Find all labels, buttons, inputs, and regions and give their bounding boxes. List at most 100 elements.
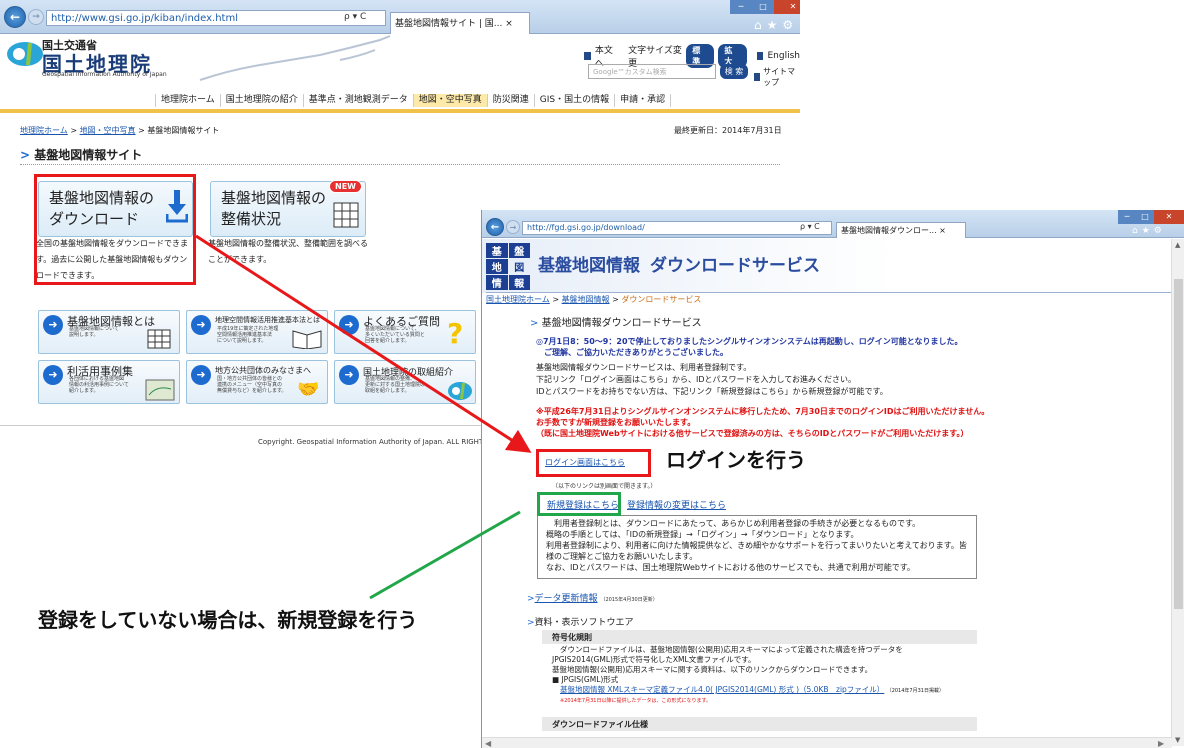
site-search-input[interactable]: Google™カスタム検索: [588, 64, 716, 79]
copyright: Copyright. Geospatial Information Author…: [258, 438, 484, 446]
browser-toolbar: ← → http://fgd.gsi.go.jp/download/ ρ ▾ C…: [482, 210, 1184, 238]
logo-char: 図: [508, 259, 530, 274]
scroll-right-icon[interactable]: ▶: [1158, 739, 1164, 748]
arrow-icon: >: [530, 318, 539, 329]
xml-schema-link[interactable]: 基盤地図情報 XMLスキーマ定義ファイル4.0( JPGIS2014(GML) …: [560, 685, 884, 694]
status-tile-line1: 基盤地図情報の: [221, 189, 327, 207]
grid-icon: [333, 202, 359, 228]
horizontal-scrollbar[interactable]: ◀ ▶: [482, 737, 1172, 748]
browser-tab[interactable]: 基盤地図情報ダウンロー... ×: [836, 222, 966, 238]
migration-notice: ※平成26年7月31日よりシングルサインオンシステムに移行したため、7月30日ま…: [536, 406, 989, 439]
divider: [20, 164, 780, 165]
forward-button[interactable]: →: [506, 220, 520, 234]
handshake-icon: 🤝: [297, 379, 320, 400]
sec-note: ※2014年7月31日以降に提供したデータは、この形式になります。: [560, 698, 711, 704]
scroll-left-icon[interactable]: ◀: [485, 739, 491, 748]
status-tile-desc: 基盤地図情報の整備状況、整備範囲を調べることができます。: [208, 239, 368, 264]
breadcrumb-level2[interactable]: 地図・空中写真: [80, 126, 136, 135]
banner-title: 基盤地図情報: [538, 256, 640, 276]
question-icon: ?: [447, 317, 464, 350]
global-nav: 地理院ホーム 国土地理院の紹介 基準点・測地観測データ 地図・空中写真 防災関連…: [155, 94, 672, 107]
box-line: 様のご理解とご協力をお願いいたします。: [546, 552, 698, 561]
breadcrumb-level2[interactable]: 基盤地図情報: [562, 295, 610, 304]
highlight-register: [537, 492, 621, 516]
maximize-button[interactable]: □: [752, 0, 774, 14]
scroll-up-icon[interactable]: ▲: [1175, 241, 1180, 249]
page-title-text: 基盤地図情報サイト: [34, 148, 143, 162]
new-badge: NEW: [329, 180, 362, 193]
gnav-item[interactable]: 基準点・測地観測データ: [304, 94, 414, 107]
gnav-item[interactable]: 地理院ホーム: [156, 94, 221, 107]
gnav-item[interactable]: 申請・承認: [615, 94, 672, 107]
nav-tile-law[interactable]: ➜ 地理空間情報活用推進基本法とは 平成19年に策定された地理 空間情報活用推進…: [186, 310, 328, 354]
map-icon: [145, 379, 175, 401]
close-button[interactable]: ✕: [774, 0, 800, 14]
login-callout: ログインを行う: [666, 448, 806, 472]
gnav-item[interactable]: GIS・国土の情報: [535, 94, 616, 107]
link-date: （2014年7月31日掲載）: [886, 688, 944, 694]
breadcrumb-sep: >: [612, 295, 619, 304]
vertical-scrollbar[interactable]: ▲ ▼: [1171, 239, 1184, 746]
nav-tile-cases[interactable]: ➜ 利活用事例集 各団体における基盤地図 情報の利活用事例について 紹介します。: [38, 360, 180, 404]
japan-map-decoration: [199, 35, 391, 81]
tab-title: 基盤地図情報サイト | 国...: [395, 19, 503, 29]
gnav-item[interactable]: 防災関連: [488, 94, 535, 107]
site-search-button[interactable]: 検 索: [720, 64, 748, 79]
maintenance-notice: ◎7月1日8：50～9：20で停止しておりましたシングルサインオンシステムは再起…: [536, 336, 963, 358]
scroll-down-icon[interactable]: ▼: [1175, 736, 1180, 744]
back-button[interactable]: ←: [4, 6, 26, 28]
minimize-button[interactable]: ─: [1118, 210, 1136, 224]
notice-line: ご理解、ご協力いただきありがとうございました。: [544, 348, 728, 357]
nav-tile-initiatives[interactable]: ➜ 国土地理院の取組紹介 基盤地図情報の整備、 更新に対する国土地理院の 取組を…: [334, 360, 476, 404]
nav-tile-faq[interactable]: ➜ よくあるご質問 基盤地図情報について、 多くいただいている質問と 回答を紹介…: [334, 310, 476, 354]
box-line: 概略の手順としては、「IDの新規登録」→「ログイン」→「ダウンロード」となります…: [546, 530, 859, 539]
search-refresh-icon[interactable]: ρ ▾ C: [800, 222, 820, 231]
status-tile[interactable]: 基盤地図情報の 整備状況 NEW: [210, 180, 366, 237]
home-star-gear-icons[interactable]: ⌂★⚙: [1132, 226, 1166, 236]
nav-tile-title: 地方公共団体のみなさまへ: [215, 366, 311, 375]
intro-line: IDとパスワードをお持ちでない方は、下記リンク「新規登録はこちら」から新規登録が…: [536, 387, 888, 396]
site-banner: 基 盤 地 図 情 報 基盤地図情報 ダウンロードサービス: [482, 239, 1172, 293]
sec-line: ダウンロードファイルは、基盤地図情報(公開用)応用スキーマによって定義された構造…: [560, 645, 903, 654]
square-icon: [756, 52, 764, 60]
close-button[interactable]: ✕: [1154, 210, 1184, 224]
search-refresh-icon[interactable]: ρ ▾ C: [344, 12, 366, 22]
nav-tile-sub: 各団体における基盤地図 情報の利活用事例について 紹介します。: [69, 376, 129, 394]
change-registration-link[interactable]: 登録情報の変更はこちら: [627, 498, 726, 511]
nav-tile-local-gov[interactable]: ➜ 地方公共団体のみなさまへ 国・地方公共団体の皆様との 連携のメニュー（空中写…: [186, 360, 328, 404]
maximize-button[interactable]: □: [1136, 210, 1154, 224]
highlight-login: [536, 449, 651, 477]
arrow-icon: >: [527, 618, 535, 628]
red-line: お手数ですが新規登録をお願いいたします。: [536, 418, 696, 427]
data-update-section: >データ更新情報 （2015年4月30日更新）: [527, 591, 658, 604]
back-button[interactable]: ←: [486, 218, 504, 236]
nav-tile-sub: 国・地方公共団体の皆様との 連携のメニュー（空中写真の 無償貸与など）を紹介しま…: [217, 376, 287, 394]
address-bar[interactable]: http://fgd.gsi.go.jp/download/: [522, 221, 832, 235]
highlight-download: [34, 174, 196, 285]
scroll-thumb[interactable]: [1174, 279, 1183, 609]
arrow-icon: >: [20, 148, 31, 162]
gnav-item[interactable]: 国土地理院の紹介: [221, 94, 304, 107]
window-controls: ─ □ ✕: [730, 0, 800, 14]
minimize-button[interactable]: ─: [730, 0, 752, 14]
browser-window-download: ← → http://fgd.gsi.go.jp/download/ ρ ▾ C…: [481, 210, 1184, 748]
update-date: （2015年4月30日更新）: [600, 597, 658, 603]
page-title: > 基盤地図情報サイト: [20, 146, 142, 163]
sitemap-link[interactable]: サイトマップ: [754, 66, 800, 88]
breadcrumb-home[interactable]: 地理院ホーム: [20, 126, 68, 135]
nav-tile-about[interactable]: ➜ 基盤地図情報とは 基盤地図情報について 説明します。: [38, 310, 180, 354]
notice-line: ◎7月1日8：50～9：20で停止しておりましたシングルサインオンシステムは再起…: [536, 337, 963, 346]
box-line: なお、IDとパスワードは、国土地理院Webサイトにおける他のサービスでも、共通で…: [546, 563, 915, 572]
logo-char: 情: [486, 275, 508, 290]
gnav-item-active[interactable]: 地図・空中写真: [413, 94, 488, 107]
forward-button[interactable]: →: [28, 9, 44, 25]
last-updated: 最終更新日：2014年7月31日: [674, 126, 782, 135]
breadcrumb-home[interactable]: 国土地理院ホーム: [486, 295, 550, 304]
home-star-gear-icons[interactable]: ⌂★⚙: [754, 18, 798, 32]
data-update-link[interactable]: データ更新情報: [535, 594, 598, 604]
english-link[interactable]: English: [767, 51, 800, 61]
tab-title: 基盤地図情報ダウンロー...: [841, 226, 937, 235]
breadcrumb-current: 基盤地図情報サイト: [147, 126, 220, 135]
address-bar[interactable]: http://www.gsi.go.jp/kiban/index.html: [46, 10, 386, 26]
nav-underline: [0, 109, 800, 113]
